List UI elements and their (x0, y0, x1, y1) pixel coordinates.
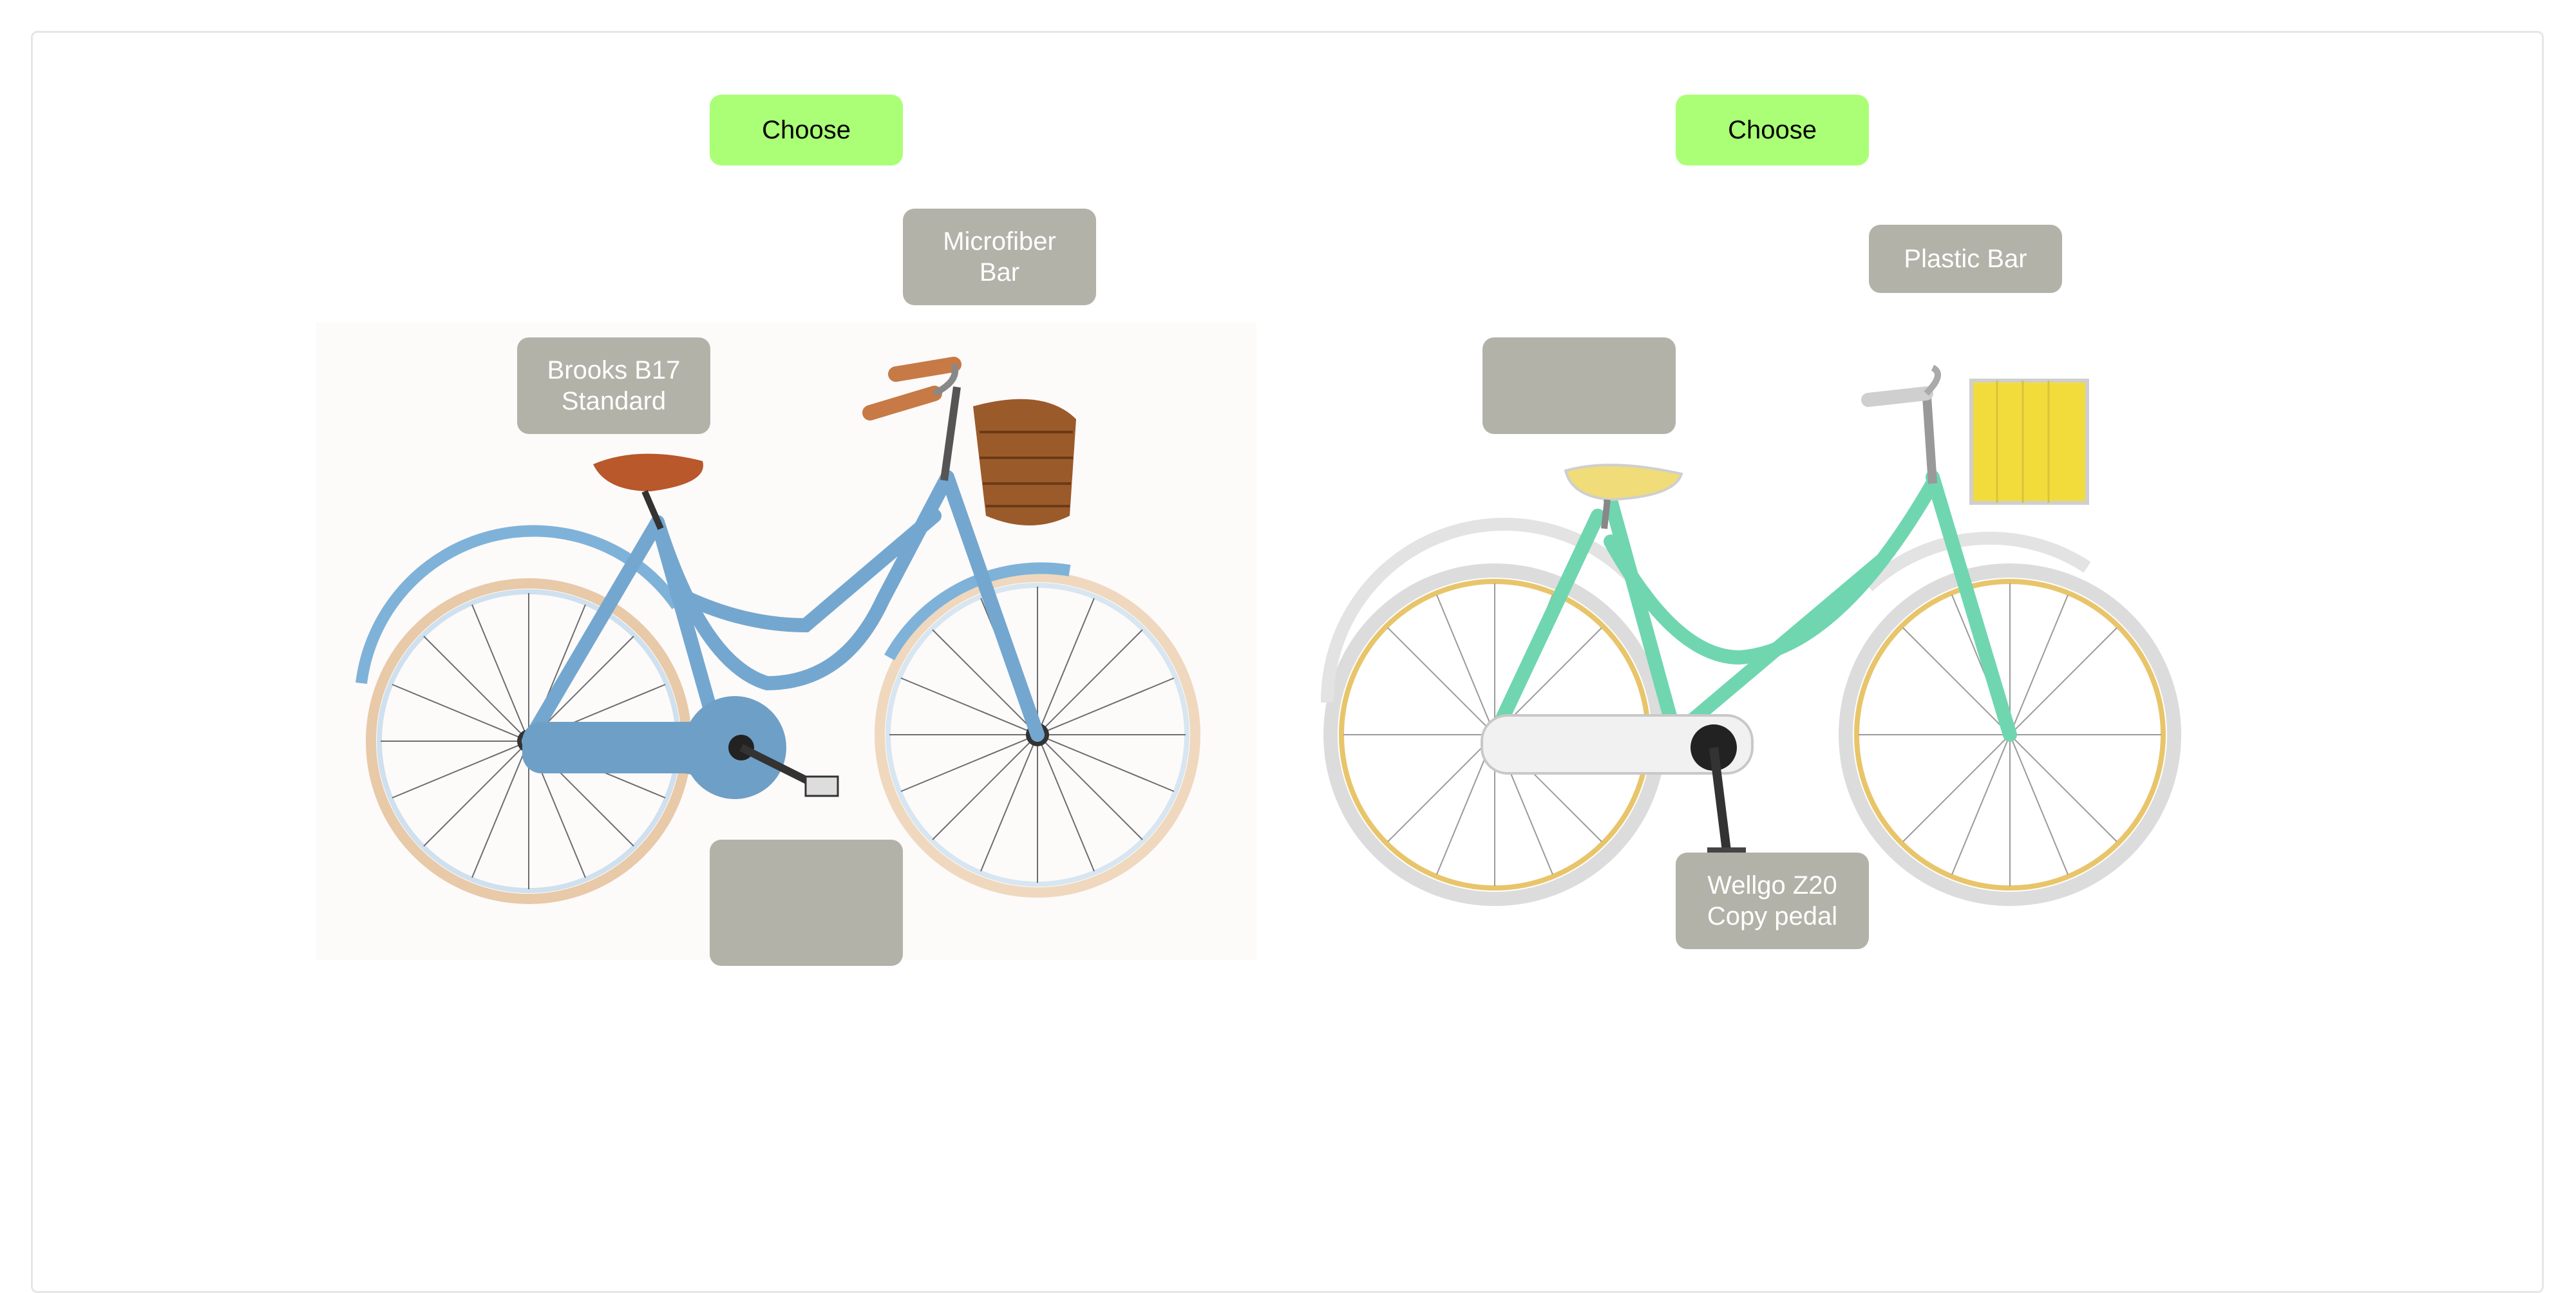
pedal-tag-option-1[interactable] (710, 840, 903, 966)
choice-panel: Choose Brooks B17 Standard Microfiber Ba… (31, 31, 2544, 1293)
handlebar-tag-option-1[interactable]: Microfiber Bar (903, 209, 1096, 305)
choose-button-option-2[interactable]: Choose (1676, 95, 1869, 165)
pedal-tag-option-2[interactable]: Wellgo Z20 Copy pedal (1676, 853, 1869, 949)
handlebar-tag-option-2[interactable]: Plastic Bar (1869, 225, 2062, 293)
saddle-tag-option-2[interactable] (1482, 337, 1676, 434)
saddle-tag-option-1[interactable]: Brooks B17 Standard (517, 337, 710, 434)
choose-button-option-1[interactable]: Choose (710, 95, 903, 165)
bike-image-option-2 (1289, 323, 2229, 934)
